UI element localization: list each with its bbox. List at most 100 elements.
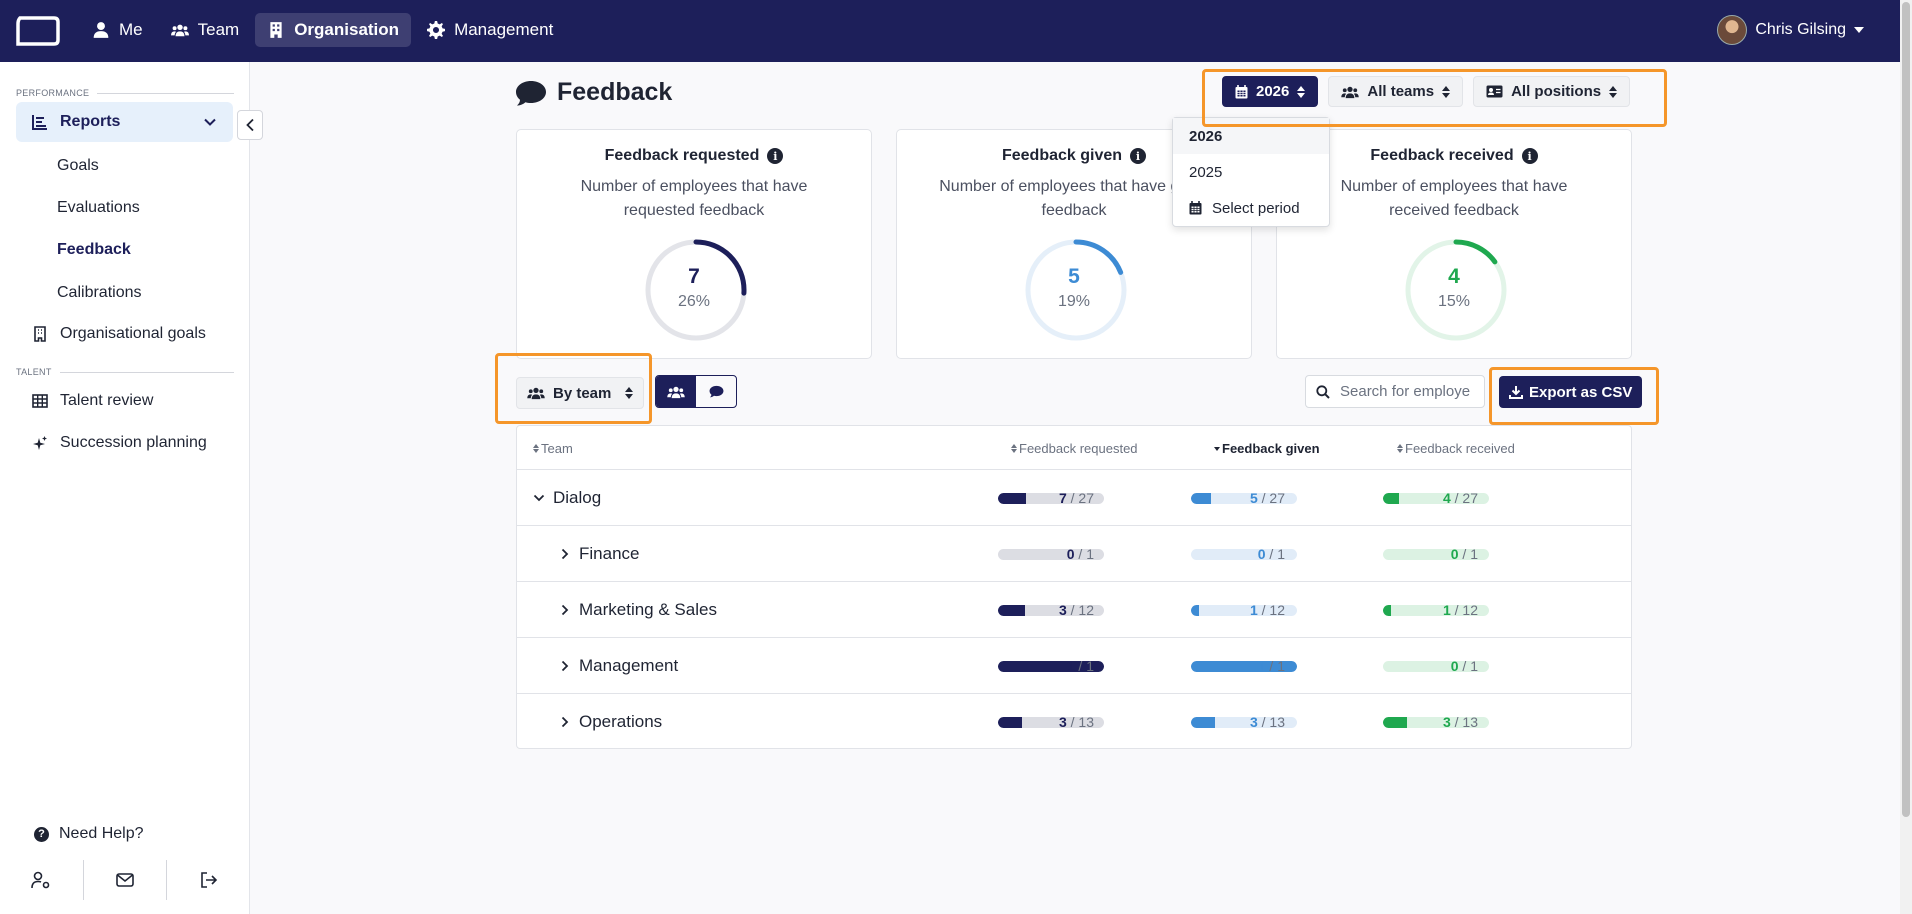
sidebar-item-succession-planning[interactable]: Succession planning: [16, 423, 233, 463]
team-name-toggle[interactable]: Management: [559, 656, 678, 676]
app-logo[interactable]: [14, 14, 62, 48]
column-header-given[interactable]: Feedback given: [1214, 441, 1320, 456]
count-value: 4: [1442, 490, 1451, 506]
team-name-toggle[interactable]: Marketing & Sales: [559, 600, 717, 620]
column-header-requested[interactable]: Feedback requested: [1011, 441, 1138, 456]
export-csv-button[interactable]: Export as CSV: [1499, 376, 1643, 408]
nav-organisation[interactable]: Organisation: [255, 13, 412, 47]
sort-desc-icon: [1214, 446, 1220, 451]
info-icon[interactable]: i: [767, 148, 784, 164]
team-name-toggle[interactable]: Finance: [559, 544, 639, 564]
count-total: 13: [1462, 714, 1478, 730]
count-total: 27: [1269, 490, 1285, 506]
page-scrollbar[interactable]: [1900, 0, 1912, 914]
view-toggle: [655, 375, 737, 408]
id-card-icon: [1486, 85, 1503, 98]
user-gear-icon: [31, 871, 50, 889]
divider: [59, 371, 234, 373]
count-total: 1: [1277, 658, 1285, 674]
count-value: 3: [1058, 714, 1067, 730]
column-header-received[interactable]: Feedback received: [1397, 441, 1515, 456]
table-row[interactable]: Marketing & Sales 3 / 12 1 / 12 1 / 12: [517, 582, 1631, 638]
chart-line-icon: [32, 115, 47, 130]
count-received: 1 / 12: [1442, 602, 1478, 618]
sidebar-item-feedback[interactable]: Feedback: [57, 241, 131, 259]
card-title: Feedback received i: [1277, 147, 1631, 165]
table-row[interactable]: Finance 0 / 1 0 / 1 0 / 1: [517, 526, 1631, 582]
sidebar-item-calibrations[interactable]: Calibrations: [57, 284, 141, 302]
download-icon: [1509, 386, 1523, 399]
count-total: 13: [1078, 714, 1094, 730]
nav-management[interactable]: Management: [415, 13, 565, 47]
team-name: Marketing & Sales: [579, 600, 717, 619]
sidebar-item-talent-review[interactable]: Talent review: [16, 381, 233, 421]
sidebar-item-organisational-goals[interactable]: Organisational goals: [16, 314, 233, 354]
sidebar-collapse-button[interactable]: [237, 110, 263, 140]
nav-me[interactable]: Me: [80, 13, 155, 47]
search-icon: [1316, 384, 1330, 399]
feedback-table: Team Feedback requested Feedback given F…: [516, 425, 1632, 749]
calendar-icon: [1189, 201, 1202, 215]
question-icon: ?: [34, 826, 49, 842]
count-requested: 7 / 27: [1058, 490, 1094, 506]
info-icon[interactable]: i: [1521, 148, 1538, 164]
positions-select[interactable]: All positions: [1473, 76, 1631, 107]
count-given: 0 / 1: [1257, 546, 1285, 562]
year-option-2025[interactable]: 2025: [1173, 154, 1329, 190]
table-row[interactable]: Dialog 7 / 27 5 / 27 4 / 27: [517, 470, 1631, 526]
card-title-text: Feedback requested: [604, 147, 760, 164]
card-value: 4: [1448, 265, 1460, 288]
team-name-toggle[interactable]: Dialog: [533, 488, 601, 508]
logout-icon: [200, 872, 217, 888]
sidebar-item-reports[interactable]: Reports: [16, 102, 233, 142]
section-label-performance: PERFORMANCE: [16, 88, 234, 98]
card-percentage: 26%: [677, 293, 711, 310]
view-comments-button[interactable]: [696, 376, 736, 407]
scrollbar-thumb[interactable]: [1902, 2, 1910, 817]
card-description: Number of employees that have received f…: [1340, 178, 1568, 219]
view-users-button[interactable]: [656, 376, 696, 407]
building-icon: [34, 326, 46, 342]
info-icon[interactable]: i: [1130, 148, 1147, 164]
progress-ring: [1025, 239, 1127, 341]
users-icon: [1341, 86, 1360, 98]
year-dropdown-menu: 2026 2025 Select period: [1172, 117, 1330, 227]
user-menu[interactable]: Chris Gilsing: [1717, 15, 1864, 45]
progress-bar-fill: [1383, 717, 1408, 728]
table-header: Team Feedback requested Feedback given F…: [517, 426, 1631, 470]
messages-button[interactable]: [84, 860, 167, 900]
year-select-value: 2026: [1256, 83, 1290, 100]
logout-button[interactable]: [167, 860, 250, 900]
count-value: 0: [1450, 546, 1459, 562]
user-settings-button[interactable]: [0, 860, 83, 900]
column-header-team[interactable]: Team: [533, 441, 573, 456]
year-select[interactable]: 2026: [1222, 76, 1319, 107]
nav-team[interactable]: Team: [159, 13, 252, 47]
column-header-label: Feedback requested: [1019, 441, 1138, 456]
count-total: 1: [1086, 546, 1094, 562]
select-period-option[interactable]: Select period: [1173, 190, 1329, 226]
table-row[interactable]: Operations 3 / 13 3 / 13 3 / 13: [517, 694, 1631, 750]
chevron-right-icon: [561, 716, 569, 728]
sidebar: PERFORMANCE Reports Goals Evaluations Fe…: [0, 62, 250, 914]
count-received: 0 / 1: [1450, 546, 1478, 562]
count-given: 3 / 13: [1249, 714, 1285, 730]
progress-bar-fill: [1383, 493, 1399, 504]
sidebar-item-evaluations[interactable]: Evaluations: [57, 199, 140, 217]
progress-ring: [645, 239, 747, 341]
need-help-link[interactable]: ? Need Help?: [34, 825, 144, 843]
group-by-select[interactable]: By team: [516, 377, 645, 409]
count-total: 12: [1462, 602, 1478, 618]
sort-icon: [1609, 85, 1618, 98]
year-option-2026[interactable]: 2026: [1173, 118, 1329, 154]
nav-organisation-label: Organisation: [294, 20, 400, 39]
sidebar-item-goals[interactable]: Goals: [57, 157, 99, 175]
sort-icon: [1011, 444, 1017, 453]
teams-select[interactable]: All teams: [1328, 76, 1464, 107]
export-csv-label: Export as CSV: [1529, 383, 1633, 401]
column-header-label: Feedback given: [1222, 441, 1320, 456]
team-name-toggle[interactable]: Operations: [559, 712, 662, 732]
table-row[interactable]: Management 1 / 1 1 / 1 0 / 1: [517, 638, 1631, 694]
search-input[interactable]: [1340, 383, 1470, 400]
chevron-down-icon: [533, 494, 545, 502]
